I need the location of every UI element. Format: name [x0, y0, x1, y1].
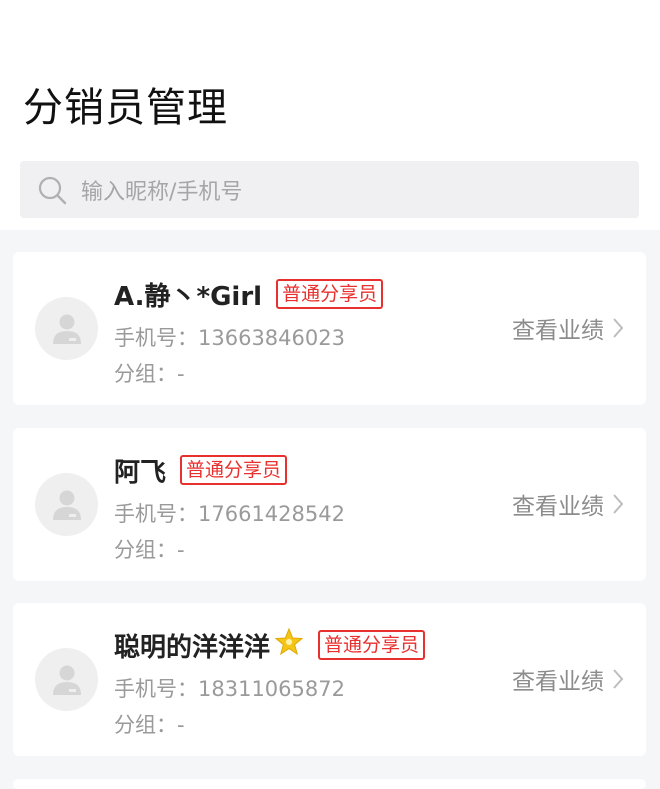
- phone-row: 手机号：13663846023: [114, 322, 345, 352]
- avatar: [35, 473, 98, 536]
- group-label: 分组：: [114, 538, 177, 562]
- distributor-name: 聪明的洋洋洋: [114, 632, 271, 663]
- view-performance-label: 查看业绩: [512, 318, 604, 344]
- phone-label: 手机号：: [114, 677, 198, 701]
- distributor-card[interactable]: A.静丶*Girl 普通分享员 手机号：13663846023 分组：- 查看业…: [13, 252, 646, 405]
- group-label: 分组：: [114, 713, 177, 737]
- group-value: -: [177, 713, 185, 737]
- view-performance-button[interactable]: 查看业绩: [512, 311, 624, 345]
- user-icon: [52, 314, 81, 344]
- group-row: 分组：-: [114, 709, 185, 739]
- group-value: -: [177, 362, 185, 386]
- group-row: 分组：-: [114, 358, 185, 388]
- user-icon: [52, 490, 81, 520]
- chevron-right-icon: [612, 668, 624, 690]
- role-badge: 普通分享员: [180, 455, 288, 485]
- star-icon: [274, 627, 304, 663]
- search-placeholder: 输入昵称/手机号: [81, 179, 243, 205]
- chevron-right-icon: [612, 317, 624, 339]
- view-performance-label: 查看业绩: [512, 669, 604, 695]
- phone-label: 手机号：: [114, 502, 198, 526]
- group-label: 分组：: [114, 362, 177, 386]
- role-badge: 普通分享员: [318, 630, 426, 660]
- view-performance-button[interactable]: 查看业绩: [512, 662, 624, 696]
- role-badge: 普通分享员: [276, 279, 384, 309]
- distributor-name: A.静丶*Girl: [114, 281, 263, 312]
- chevron-right-icon: [612, 493, 624, 515]
- phone-value: 17661428542: [198, 502, 345, 526]
- group-value: -: [177, 538, 185, 562]
- phone-value: 18311065872: [198, 677, 345, 701]
- search-input[interactable]: 输入昵称/手机号: [20, 161, 639, 218]
- search-icon: [37, 174, 69, 206]
- phone-row: 手机号：18311065872: [114, 673, 345, 703]
- view-performance-button[interactable]: 查看业绩: [512, 487, 624, 521]
- avatar: [35, 648, 98, 711]
- group-row: 分组：-: [114, 534, 185, 564]
- distributor-list[interactable]: A.静丶*Girl 普通分享员 手机号：13663846023 分组：- 查看业…: [0, 230, 660, 789]
- distributor-name: 阿飞: [114, 457, 167, 488]
- phone-value: 13663846023: [198, 326, 345, 350]
- distributor-card[interactable]: [13, 779, 646, 789]
- user-icon: [52, 665, 81, 695]
- distributor-card[interactable]: 阿飞 普通分享员 手机号：17661428542 分组：- 查看业绩: [13, 428, 646, 581]
- page-title: 分销员管理: [23, 85, 228, 131]
- phone-label: 手机号：: [114, 326, 198, 350]
- view-performance-label: 查看业绩: [512, 494, 604, 520]
- phone-row: 手机号：17661428542: [114, 498, 345, 528]
- distributor-card[interactable]: 聪明的洋洋洋 普通分享员 手机号：18311065872 分组：- 查看业绩: [13, 603, 646, 756]
- avatar: [35, 297, 98, 360]
